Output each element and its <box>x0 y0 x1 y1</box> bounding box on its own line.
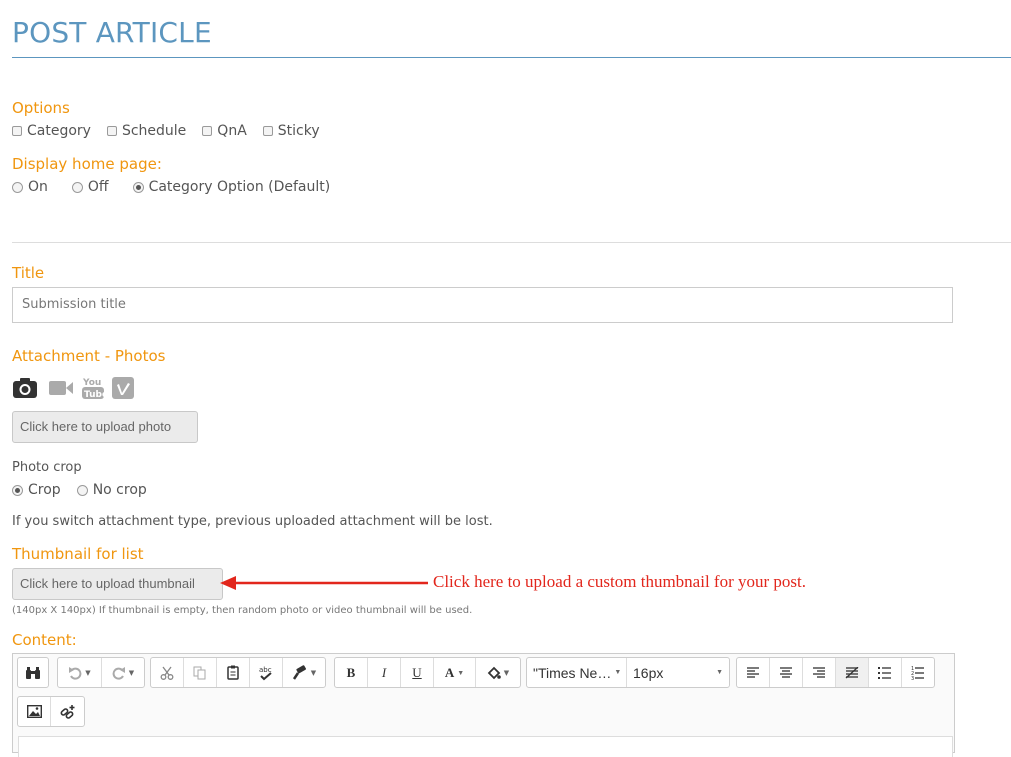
radio-category-option[interactable]: Category Option (Default) <box>132 179 331 195</box>
checkbox-label: Category <box>27 123 91 139</box>
find-icon[interactable] <box>18 658 48 687</box>
highlight-color-button[interactable]: ▼ <box>476 658 520 687</box>
radio-on[interactable]: On <box>12 179 48 195</box>
font-color-label: A <box>444 664 455 680</box>
title-divider <box>12 57 1011 58</box>
svg-text:Tube: Tube <box>84 390 104 400</box>
align-right-icon[interactable] <box>803 658 836 687</box>
radio-label: Category Option (Default) <box>148 179 331 195</box>
radio-circle[interactable] <box>12 181 23 193</box>
options-label: Options <box>12 99 70 117</box>
radio-label: No crop <box>92 482 147 498</box>
font-size-value: 16px <box>633 664 664 681</box>
video-icon[interactable] <box>48 378 74 402</box>
content-label: Content: <box>12 631 77 649</box>
radio-crop[interactable]: Crop <box>12 482 61 498</box>
checkbox-box[interactable] <box>12 126 22 136</box>
italic-button[interactable]: I <box>368 658 401 687</box>
annotation-arrow <box>220 576 428 590</box>
display-home-label: Display home page: <box>12 155 162 173</box>
toolbar-group-paragraph: 123 <box>736 657 935 688</box>
radio-circle[interactable] <box>132 181 144 193</box>
options-checkboxes: Category Schedule QnA Sticky <box>12 123 336 139</box>
section-divider <box>12 242 1011 243</box>
checkbox-sticky[interactable]: Sticky <box>262 123 320 139</box>
radio-label: On <box>28 179 48 195</box>
radio-label: Crop <box>28 482 61 498</box>
checkbox-label: Sticky <box>277 123 320 139</box>
annotation-text: Click here to upload a custom thumbnail … <box>433 572 806 591</box>
thumbnail-label: Thumbnail for list <box>12 545 144 563</box>
spellcheck-icon[interactable]: abc <box>250 658 283 687</box>
thumbnail-note: (140px X 140px) If thumbnail is empty, t… <box>12 605 473 616</box>
font-color-button[interactable]: A ▼ <box>434 658 476 687</box>
checkbox-category[interactable]: Category <box>12 123 91 139</box>
radio-circle[interactable] <box>71 181 83 193</box>
align-left-icon[interactable] <box>737 658 770 687</box>
bold-button[interactable]: B <box>335 658 368 687</box>
radio-label: Off <box>87 179 109 195</box>
underline-button[interactable]: U <box>401 658 434 687</box>
align-center-icon[interactable] <box>770 658 803 687</box>
upload-photo-button[interactable]: Click here to upload photo <box>12 411 198 443</box>
upload-thumbnail-button[interactable]: Click here to upload thumbnail <box>12 568 223 600</box>
cut-icon[interactable] <box>151 658 184 687</box>
checkbox-box[interactable] <box>202 126 213 136</box>
numbered-list-icon[interactable]: 123 <box>902 658 934 687</box>
toolbar-group-format: B I U A ▼ ▼ <box>334 657 521 688</box>
svg-text:You: You <box>82 378 101 388</box>
paste-icon[interactable] <box>217 658 250 687</box>
vimeo-icon[interactable] <box>112 377 134 403</box>
switch-warning: If you switch attachment type, previous … <box>12 514 493 529</box>
page-title: POST ARTICLE <box>12 16 212 49</box>
camera-icon[interactable] <box>12 377 38 403</box>
align-justify-icon[interactable] <box>836 658 869 687</box>
title-input[interactable]: Submission title <box>12 287 953 323</box>
font-family-value: "Times Ne… <box>533 664 612 681</box>
radio-circle[interactable] <box>12 484 23 496</box>
checkbox-qna[interactable]: QnA <box>202 123 247 139</box>
font-family-select[interactable]: "Times Ne… ▼ <box>527 658 627 687</box>
radio-no-crop[interactable]: No crop <box>76 482 147 498</box>
display-home-radios: On Off Category Option (Default) <box>12 179 346 195</box>
paint-bucket-icon <box>487 666 501 679</box>
toolbar-group-insert <box>17 696 85 727</box>
toolbar-group-history: ▼ ▼ <box>57 657 145 688</box>
copy-icon[interactable] <box>184 658 217 687</box>
undo-icon[interactable]: ▼ <box>58 658 102 687</box>
photo-crop-radios: Crop No crop <box>12 482 163 498</box>
photo-crop-label: Photo crop <box>12 460 82 475</box>
checkbox-label: Schedule <box>121 123 187 139</box>
redo-icon[interactable]: ▼ <box>102 658 144 687</box>
svg-text:3: 3 <box>911 676 914 680</box>
attachment-type-icons: You Tube <box>12 376 134 404</box>
title-label: Title <box>12 264 45 282</box>
checkbox-box[interactable] <box>106 126 117 136</box>
checkbox-label: QnA <box>217 123 247 139</box>
checkbox-schedule[interactable]: Schedule <box>106 123 187 139</box>
font-size-select[interactable]: 16px ▼ <box>627 658 729 687</box>
insert-image-icon[interactable] <box>18 697 51 726</box>
format-painter-icon[interactable]: ▼ <box>283 658 325 687</box>
toolbar-group-find <box>17 657 49 688</box>
toolbar-group-clipboard: abc ▼ <box>150 657 326 688</box>
attachment-label: Attachment - Photos <box>12 347 166 365</box>
radio-off[interactable]: Off <box>71 179 109 195</box>
insert-link-icon[interactable] <box>51 697 84 726</box>
youtube-icon[interactable]: You Tube <box>82 376 108 404</box>
toolbar-group-font: "Times Ne… ▼ 16px ▼ <box>526 657 730 688</box>
bullet-list-icon[interactable] <box>869 658 902 687</box>
checkbox-box[interactable] <box>262 126 273 136</box>
radio-circle[interactable] <box>76 484 88 496</box>
rich-text-editor: ▼ ▼ abc ▼ B I U A ▼ ▼ "Times Ne… ▼ 16px … <box>12 653 955 757</box>
